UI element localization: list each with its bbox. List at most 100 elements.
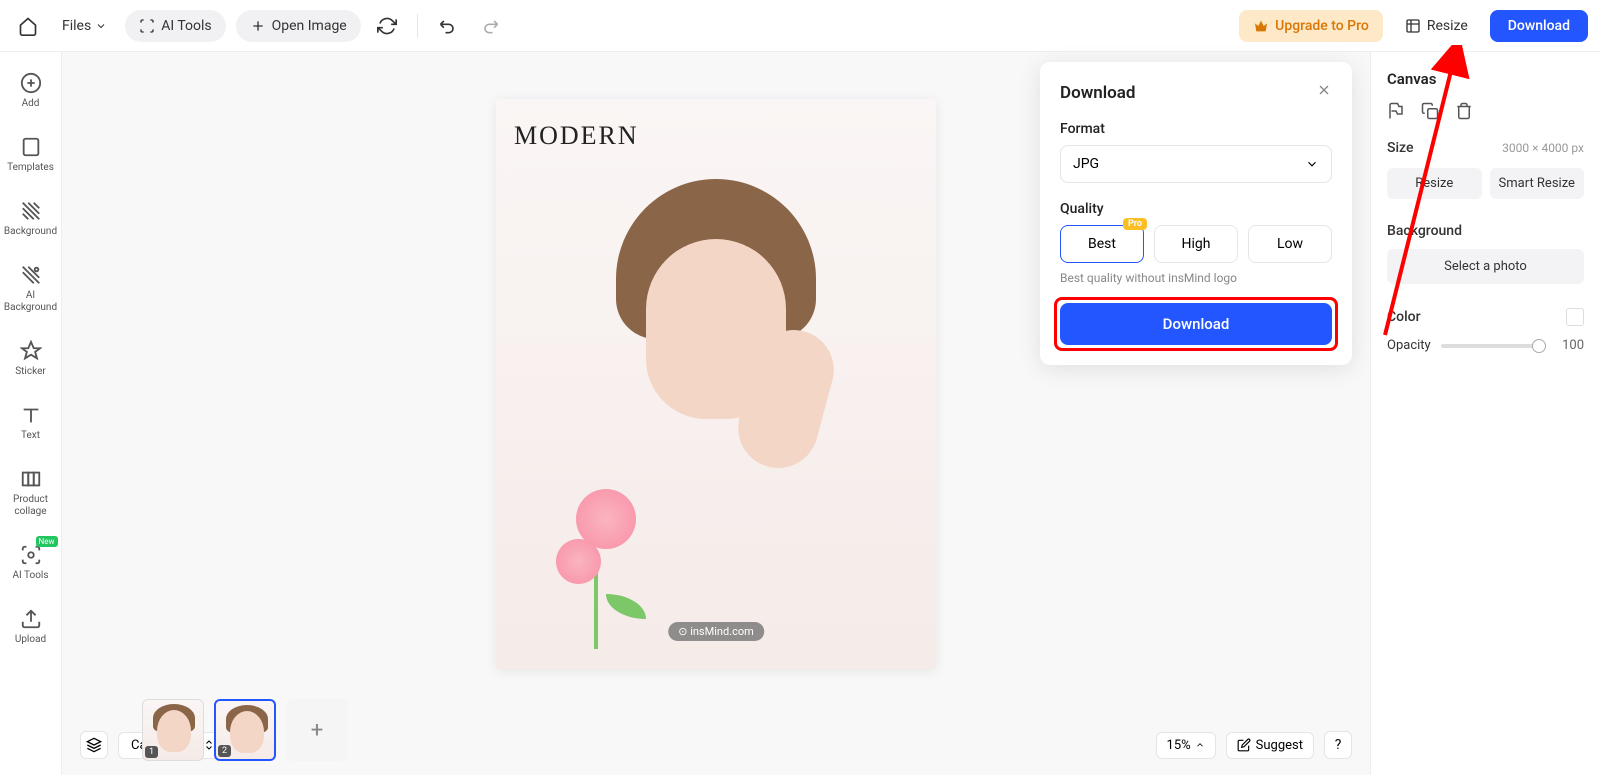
resize-button[interactable]: Resize [1387, 168, 1482, 199]
add-canvas-label: + [311, 718, 323, 743]
quality-high-label: High [1182, 236, 1211, 252]
add-canvas-button[interactable]: + [286, 699, 348, 761]
sidebar-product-collage[interactable]: Product collage [2, 464, 60, 522]
layers-icon [86, 737, 102, 753]
quality-label: Quality [1060, 201, 1332, 217]
color-label: Color [1387, 309, 1421, 325]
properties-panel: Canvas Size 3000 × 4000 px Resize Smart … [1370, 52, 1600, 775]
plus-icon [250, 18, 266, 34]
files-label: Files [62, 18, 91, 34]
thumb-2-num: 2 [218, 745, 231, 757]
sidebar-upload-label: Upload [15, 634, 46, 646]
panel-title-canvas: Canvas [1387, 70, 1584, 88]
sidebar-text[interactable]: Text [2, 400, 60, 446]
add-circle-icon [20, 72, 42, 94]
suggest-label: Suggest [1256, 738, 1303, 753]
sidebar-ai-tools[interactable]: New AI Tools [2, 540, 60, 586]
sidebar-background[interactable]: Background [2, 196, 60, 242]
sidebar-ai-background[interactable]: AI Background [2, 260, 60, 318]
background-label: Background [1387, 223, 1584, 239]
quality-hint: Best quality without insMind logo [1060, 271, 1332, 285]
resize-top-label: Resize [1427, 18, 1468, 34]
sidebar-add-label: Add [22, 98, 40, 110]
ai-background-icon [20, 264, 42, 286]
trash-icon[interactable] [1455, 102, 1473, 120]
opacity-slider[interactable] [1441, 344, 1546, 348]
upgrade-label: Upgrade to Pro [1275, 18, 1369, 34]
scan-icon [139, 18, 155, 34]
size-value: 3000 × 4000 px [1502, 141, 1584, 155]
color-swatch[interactable] [1566, 308, 1584, 326]
quality-low[interactable]: Low [1248, 225, 1332, 263]
quality-high[interactable]: High [1154, 225, 1238, 263]
sidebar-ai-bg-label: AI Background [4, 290, 57, 314]
format-value: JPG [1073, 156, 1099, 172]
files-menu[interactable]: Files [54, 12, 115, 40]
close-panel-button[interactable] [1316, 82, 1332, 103]
download-panel: Download Format JPG Quality Pro Best Hig… [1040, 62, 1352, 365]
format-select[interactable]: JPG [1060, 145, 1332, 183]
templates-icon [20, 136, 42, 158]
topbar-right: Upgrade to Pro Resize Download [1239, 10, 1588, 42]
canvas-actions [1387, 102, 1584, 120]
rose-sticker [546, 489, 666, 649]
left-sidebar: Add Templates Background AI Background S… [0, 52, 62, 775]
thumb-1[interactable]: 1 [142, 699, 204, 761]
canvas-text-modern: MODERN [514, 121, 639, 151]
close-icon [1316, 82, 1332, 98]
zoom-control[interactable]: 15% [1156, 732, 1216, 759]
size-label: Size [1387, 140, 1413, 156]
top-toolbar: Files AI Tools Open Image Upgrade to Pro [0, 0, 1600, 52]
ai-tools-label: AI Tools [161, 18, 211, 34]
chevron-down-icon [95, 20, 107, 32]
ai-tools-icon [20, 544, 42, 566]
open-image-button[interactable]: Open Image [236, 10, 361, 42]
help-button[interactable]: ? [1324, 731, 1352, 759]
smart-resize-button[interactable]: Smart Resize [1490, 168, 1585, 199]
chevron-up-icon [1195, 740, 1205, 750]
refresh-button[interactable] [371, 10, 403, 42]
open-image-label: Open Image [272, 18, 347, 34]
sidebar-add[interactable]: Add [2, 68, 60, 114]
canvas-workspace[interactable]: MODERN ⊙ insMind.com Download [62, 52, 1370, 775]
resize-top-button[interactable]: Resize [1395, 12, 1478, 40]
download-top-label: Download [1508, 18, 1570, 34]
download-main-button[interactable]: Download [1060, 303, 1332, 345]
canvas-thumbnails: 1 2 + [142, 699, 348, 761]
opacity-label: Opacity [1387, 338, 1431, 353]
home-icon [18, 16, 38, 36]
quality-best[interactable]: Pro Best [1060, 225, 1144, 263]
sidebar-templates[interactable]: Templates [2, 132, 60, 178]
thumb-2[interactable]: 2 [214, 699, 276, 761]
sidebar-sticker[interactable]: Sticker [2, 336, 60, 382]
download-top-button[interactable]: Download [1490, 10, 1588, 42]
quality-low-label: Low [1277, 236, 1303, 252]
edit-icon [1237, 738, 1251, 752]
copy-icon[interactable] [1421, 102, 1439, 120]
flag-icon[interactable] [1387, 102, 1405, 120]
sidebar-sticker-label: Sticker [15, 366, 46, 378]
thumb-1-num: 1 [145, 746, 158, 758]
layers-button[interactable] [80, 731, 108, 759]
select-photo-button[interactable]: Select a photo [1387, 249, 1584, 284]
format-label: Format [1060, 121, 1332, 137]
quality-options: Pro Best High Low [1060, 225, 1332, 263]
canvas-image[interactable]: MODERN ⊙ insMind.com [496, 99, 936, 669]
opacity-value: 100 [1556, 338, 1584, 353]
quality-best-label: Best [1088, 236, 1116, 252]
undo-button[interactable] [432, 10, 464, 42]
help-label: ? [1335, 737, 1342, 753]
sidebar-upload[interactable]: Upload [2, 604, 60, 650]
chevron-down-icon [1305, 157, 1319, 171]
ai-tools-button[interactable]: AI Tools [125, 10, 225, 42]
resize-icon [1405, 18, 1421, 34]
collage-icon [20, 468, 42, 490]
redo-button[interactable] [474, 10, 506, 42]
sidebar-text-label: Text [21, 430, 40, 442]
upgrade-button[interactable]: Upgrade to Pro [1239, 10, 1383, 42]
home-button[interactable] [12, 10, 44, 42]
divider [417, 14, 418, 38]
suggest-button[interactable]: Suggest [1226, 732, 1314, 759]
watermark: ⊙ insMind.com [668, 622, 764, 641]
topbar-left: Files AI Tools Open Image [12, 10, 506, 42]
